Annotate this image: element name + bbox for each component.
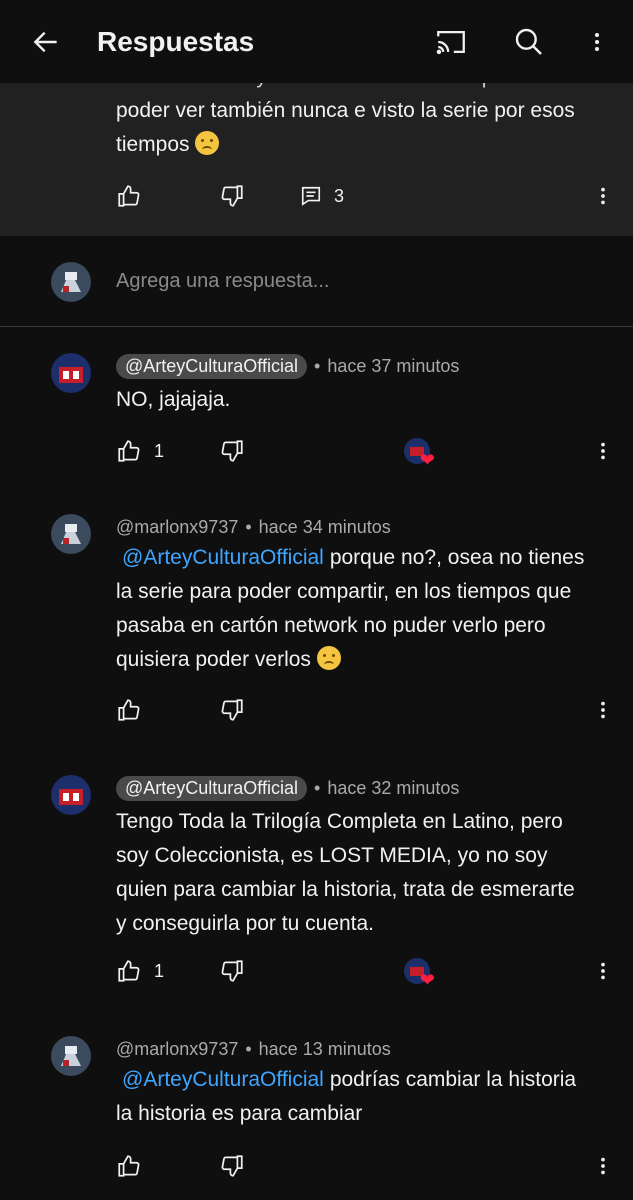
reply-time: hace 37 minutos <box>327 355 460 376</box>
like-button[interactable] <box>116 1148 142 1184</box>
heart-icon: ❤ <box>419 450 435 470</box>
reply-actions: 1 ❤ <box>0 953 633 989</box>
reply-meta: @ArteyCulturaOfficial • hace 37 minutos <box>116 353 459 379</box>
disappointed-emoji-icon <box>195 131 220 155</box>
overflow-menu-button[interactable] <box>577 22 617 62</box>
thumb-down-icon <box>221 1155 243 1177</box>
mention-link[interactable]: @ArteyCulturaOfficial <box>122 1068 324 1091</box>
separator-dot: • <box>314 355 321 376</box>
channel-avatar[interactable] <box>51 514 91 554</box>
separator-dot: • <box>245 1038 252 1059</box>
thumb-down-icon <box>221 699 243 721</box>
comment-icon <box>301 186 321 206</box>
more-vert-icon <box>601 701 605 719</box>
like-count: 1 <box>154 440 165 461</box>
thumb-up-icon <box>118 699 140 721</box>
reply-text: @ArteyCulturaOfficial porque no?, osea no… <box>116 541 591 677</box>
reply-time: hace 34 minutos <box>258 516 391 537</box>
dislike-button[interactable] <box>219 692 245 728</box>
reply-time: hace 32 minutos <box>327 777 460 798</box>
more-options-button[interactable] <box>592 433 614 469</box>
cast-icon <box>436 30 465 55</box>
like-button[interactable] <box>116 178 142 214</box>
channel-avatar[interactable] <box>51 1036 91 1076</box>
reply-meta: @marlonx9737 • hace 34 minutos <box>116 514 391 540</box>
reply-actions <box>0 1148 633 1184</box>
thumb-down-icon <box>221 185 243 207</box>
more-options-button[interactable] <box>592 1148 614 1184</box>
reply-actions <box>0 692 633 728</box>
reply-text: Tengo Toda la Trilogía Completa en Latin… <box>116 810 575 935</box>
reply-actions: 1 ❤ <box>0 433 633 469</box>
channel-handle[interactable]: @marlonx9737 <box>116 517 238 538</box>
more-vert-icon <box>601 962 605 980</box>
more-options-button[interactable] <box>592 692 614 728</box>
more-vert-icon <box>601 1157 605 1175</box>
cast-button[interactable] <box>431 22 471 62</box>
like-count: 1 <box>154 960 165 981</box>
reply-meta: @marlonx9737 • hace 13 minutos <box>116 1036 391 1062</box>
separator-dot: • <box>314 777 321 798</box>
like-button[interactable]: 1 <box>116 433 164 469</box>
search-button[interactable] <box>509 22 549 62</box>
more-vert-icon <box>601 187 605 205</box>
channel-avatar[interactable] <box>51 353 91 393</box>
like-button[interactable] <box>116 692 142 728</box>
dislike-button[interactable] <box>219 953 245 989</box>
mention-link[interactable]: @ArteyCulturaOfficial <box>122 546 324 569</box>
reply-meta: @ArteyCulturaOfficial • hace 32 minutos <box>116 775 459 801</box>
channel-handle[interactable]: @marlonx9737 <box>116 1039 238 1060</box>
channel-handle[interactable]: @ArteyCulturaOfficial <box>116 775 307 801</box>
thumb-up-icon <box>118 185 140 207</box>
separator-dot: • <box>245 516 252 537</box>
search-icon <box>515 28 542 55</box>
reply-text: NO, jajajaja. <box>116 388 231 411</box>
channel-handle[interactable]: @ArteyCulturaOfficial <box>116 353 307 379</box>
page-title: Respuestas <box>97 26 255 57</box>
creator-heart-badge: ❤ <box>403 957 435 989</box>
back-button[interactable] <box>26 22 66 62</box>
more-options-button[interactable] <box>592 953 614 989</box>
replies-button[interactable]: 3 <box>300 178 344 214</box>
thumb-up-icon <box>118 440 140 462</box>
arrow-back-icon <box>33 31 57 53</box>
reply-time: hace 13 minutos <box>258 1038 391 1059</box>
thumb-up-icon <box>118 1155 140 1177</box>
thumb-down-icon <box>221 440 243 462</box>
more-options-button[interactable] <box>592 178 614 214</box>
parent-actions: 3 <box>0 178 633 214</box>
more-vert-icon <box>601 442 605 460</box>
user-avatar <box>51 262 91 302</box>
disappointed-emoji-icon <box>316 646 341 670</box>
more-vert-icon <box>595 33 599 51</box>
app-header: Respuestas <box>0 0 633 83</box>
like-button[interactable]: 1 <box>116 953 164 989</box>
heart-icon: ❤ <box>419 970 435 990</box>
dislike-button[interactable] <box>219 1148 245 1184</box>
thumb-up-icon <box>118 960 140 982</box>
divider <box>0 326 633 327</box>
add-reply-input[interactable]: Agrega una respuesta... <box>116 270 329 293</box>
dislike-button[interactable] <box>219 178 245 214</box>
creator-heart-badge: ❤ <box>403 437 435 469</box>
reply-text: @ArteyCulturaOfficial podrías cambiar la … <box>116 1063 591 1131</box>
reply-count: 3 <box>334 185 345 206</box>
dislike-button[interactable] <box>219 433 245 469</box>
channel-avatar[interactable] <box>51 775 91 815</box>
thumb-down-icon <box>221 960 243 982</box>
parent-text-lines: poder ver también nunca e visto la serie… <box>116 99 575 156</box>
